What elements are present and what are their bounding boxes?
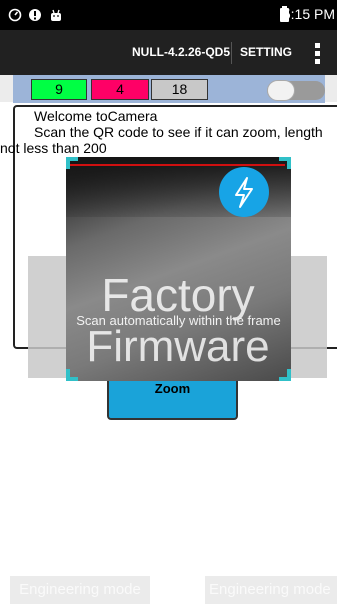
action-bar-divider xyxy=(231,42,232,64)
alert-icon xyxy=(29,9,41,21)
engineering-mode-button-left[interactable]: Engineering mode xyxy=(10,576,150,604)
frame-corner-top-left xyxy=(66,157,78,169)
zoom-button-label: Zoom xyxy=(154,381,191,396)
flash-toggle-button[interactable] xyxy=(219,167,269,217)
engineering-mode-button-right[interactable]: Engineering mode xyxy=(205,576,337,604)
overflow-menu-icon[interactable] xyxy=(314,43,322,65)
app-title: NULL-4.2.26-QD5 xyxy=(132,45,231,59)
fail-counter: 4 xyxy=(91,79,149,100)
scan-laser-line xyxy=(70,164,285,166)
lightning-bolt-icon xyxy=(235,177,253,208)
toggle-switch[interactable] xyxy=(267,80,325,101)
frame-corner-top-right xyxy=(279,157,291,169)
setting-button[interactable]: SETTING xyxy=(240,45,292,59)
log-line-instruction: Scan the QR code to see if it can zoom, … xyxy=(34,124,323,140)
log-line-welcome: Welcome toCamera xyxy=(34,108,158,124)
status-bar: 5:15 PM xyxy=(0,0,337,30)
speedometer-icon xyxy=(8,8,22,22)
android-icon xyxy=(51,9,61,21)
watermark-firmware: Firmware xyxy=(86,322,270,371)
toggle-knob xyxy=(267,80,295,101)
action-bar: NULL-4.2.26-QD5 SETTING xyxy=(0,30,337,75)
screen: 5:15 PM NULL-4.2.26-QD5 SETTING 9 4 18 W… xyxy=(0,0,337,604)
log-line-instruction-cont: not less than 200 xyxy=(0,140,107,156)
pass-counter: 9 xyxy=(31,79,87,100)
total-counter: 18 xyxy=(151,79,208,100)
status-time: 5:15 PM xyxy=(282,6,335,22)
